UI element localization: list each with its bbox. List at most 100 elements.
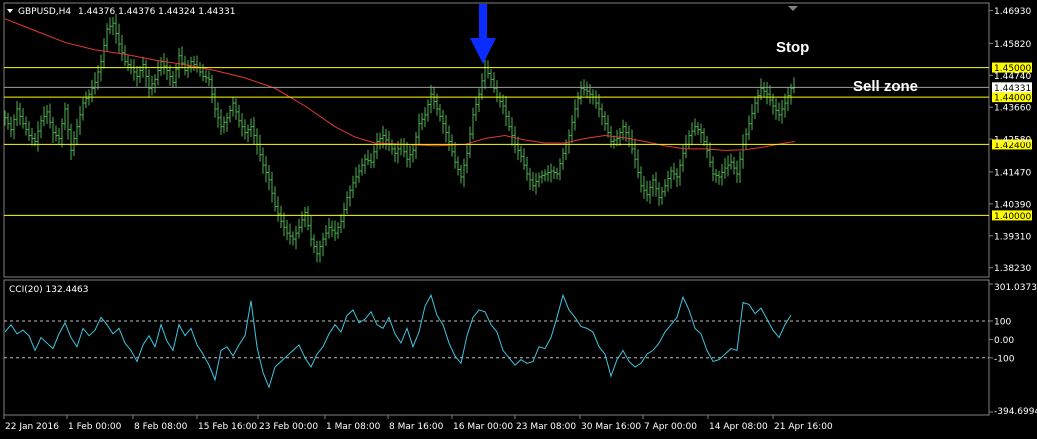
- ohlc-bar: [411, 144, 415, 163]
- time-axis: 22 Jan 2016 1 Feb 00:00 8 Feb 08:00 15 Feb …: [3, 415, 833, 432]
- ohlc-bar: [279, 205, 283, 229]
- ohlc-bar: [594, 90, 598, 109]
- ohlc-bar: [459, 164, 463, 184]
- time-tick-label: 22 Jan 2016: [5, 422, 59, 432]
- ohlc-bar: [291, 231, 295, 246]
- ohlc-bar: [126, 55, 130, 72]
- ohlc-bar: [504, 95, 508, 126]
- ohlc-bar: [546, 165, 550, 182]
- ohlc-bar: [183, 55, 187, 76]
- price-tick-label: 1.41470: [994, 168, 1031, 178]
- ohlc-bar: [600, 103, 604, 126]
- ohlc-bar: [417, 113, 421, 146]
- ohlc-bar: [84, 91, 88, 109]
- symbol-label: GBPUSD,H4: [18, 7, 71, 17]
- ohlc-bar: [615, 129, 619, 147]
- time-tick-label: 8 Mar 16:00: [389, 422, 444, 432]
- cci-panel-frame: [3, 279, 990, 416]
- ohlc-bar: [240, 113, 244, 137]
- ohlc-bar: [519, 145, 523, 163]
- ohlc-bar: [429, 84, 433, 114]
- price-tick-label: 1.39310: [994, 232, 1031, 242]
- moving-average-line: [4, 18, 796, 151]
- ohlc-bar: [78, 105, 82, 135]
- ohlc-bar: [642, 176, 646, 199]
- ohlc-bar: [249, 118, 253, 138]
- price-tick-label: 1.45820: [994, 40, 1031, 50]
- ohlc-bar: [330, 220, 334, 238]
- ohlc-bar: [477, 88, 481, 113]
- ohlc-bar: [387, 130, 391, 152]
- scroll-marker-icon: [788, 6, 798, 11]
- ohlc-bar: [570, 115, 574, 144]
- ohlc-bar: [111, 17, 115, 36]
- ohlc-bar: [405, 141, 409, 168]
- chart-canvas[interactable]: 1.450001.440001.424001.400001.44331 1.46…: [0, 0, 1037, 439]
- ohlc-bar: [378, 132, 382, 150]
- ohlc-bar: [15, 101, 19, 127]
- ohlc-bar: [9, 116, 13, 138]
- time-tick-label: 16 Mar 00:00: [453, 422, 513, 432]
- ohlc-bar: [711, 156, 715, 182]
- time-tick-label: 30 Mar 16:00: [581, 422, 641, 432]
- ohlc-bar: [525, 156, 529, 181]
- ohlc-bar: [321, 232, 325, 257]
- ohlc-bar: [45, 104, 49, 125]
- ohlc-bar: [555, 167, 559, 180]
- ohlc-bar: [36, 121, 40, 152]
- cci-series: [4, 293, 989, 389]
- ohlc-bar: [348, 185, 352, 207]
- ohlc-bar: [336, 222, 340, 239]
- ohlc-bar: [726, 155, 730, 177]
- time-tick-label: 23 Feb 00:00: [259, 422, 318, 432]
- ohlc-bar: [75, 118, 79, 146]
- ohlc-bar: [216, 102, 220, 128]
- ohlc-bar: [225, 112, 229, 132]
- ohlc-bar: [195, 55, 199, 73]
- ohlc-bar: [507, 110, 511, 132]
- ohlc-bar: [684, 135, 688, 159]
- ohlc-bar: [729, 153, 733, 170]
- ohlc-bar: [762, 81, 766, 98]
- cci-tick-label: -394.6994: [994, 407, 1037, 417]
- cci-tick-label: 0.00: [994, 336, 1014, 346]
- ohlc-label: 1.44376 1.44376 1.44324 1.44331: [78, 7, 235, 17]
- ohlc-bar: [276, 196, 280, 222]
- ohlc-bar: [21, 108, 25, 129]
- ohlc-bar: [81, 97, 85, 121]
- ohlc-bar: [630, 129, 634, 154]
- ohlc-bar: [66, 104, 70, 140]
- ohlc-bar: [315, 240, 319, 263]
- ohlc-bar: [357, 164, 361, 183]
- ohlc-bar: [132, 59, 136, 81]
- ohlc-bar: [147, 69, 151, 98]
- ohlc-bar: [696, 122, 700, 136]
- ohlc-bar: [219, 109, 223, 135]
- ohlc-bar: [522, 148, 526, 170]
- ohlc-bar: [606, 114, 610, 138]
- ohlc-bar: [693, 118, 697, 136]
- ohlc-bar: [660, 186, 664, 205]
- ohlc-bar: [708, 142, 712, 168]
- ohlc-bar: [222, 116, 226, 134]
- ohlc-bar: [672, 162, 676, 180]
- ohlc-bar: [243, 119, 247, 140]
- ohlc-bar: [465, 144, 469, 174]
- time-tick-label: 8 Feb 08:00: [134, 422, 188, 432]
- ohlc-bar: [678, 159, 682, 186]
- ohlc-bar: [774, 98, 778, 120]
- ohlc-bar: [471, 107, 475, 140]
- ohlc-bar: [372, 145, 376, 168]
- ohlc-bar: [747, 115, 751, 141]
- ohlc-bar: [150, 75, 154, 96]
- ohlc-bar: [264, 156, 268, 183]
- ohlc-bar: [258, 134, 262, 162]
- arrow-down-icon: [470, 4, 496, 64]
- ohlc-bar: [633, 138, 637, 169]
- ohlc-bar: [261, 147, 265, 174]
- ohlc-bar: [687, 130, 691, 149]
- triangle-down-icon[interactable]: [7, 9, 13, 13]
- ohlc-bar: [441, 109, 445, 134]
- ohlc-bar: [186, 59, 190, 78]
- price-series: [3, 13, 796, 263]
